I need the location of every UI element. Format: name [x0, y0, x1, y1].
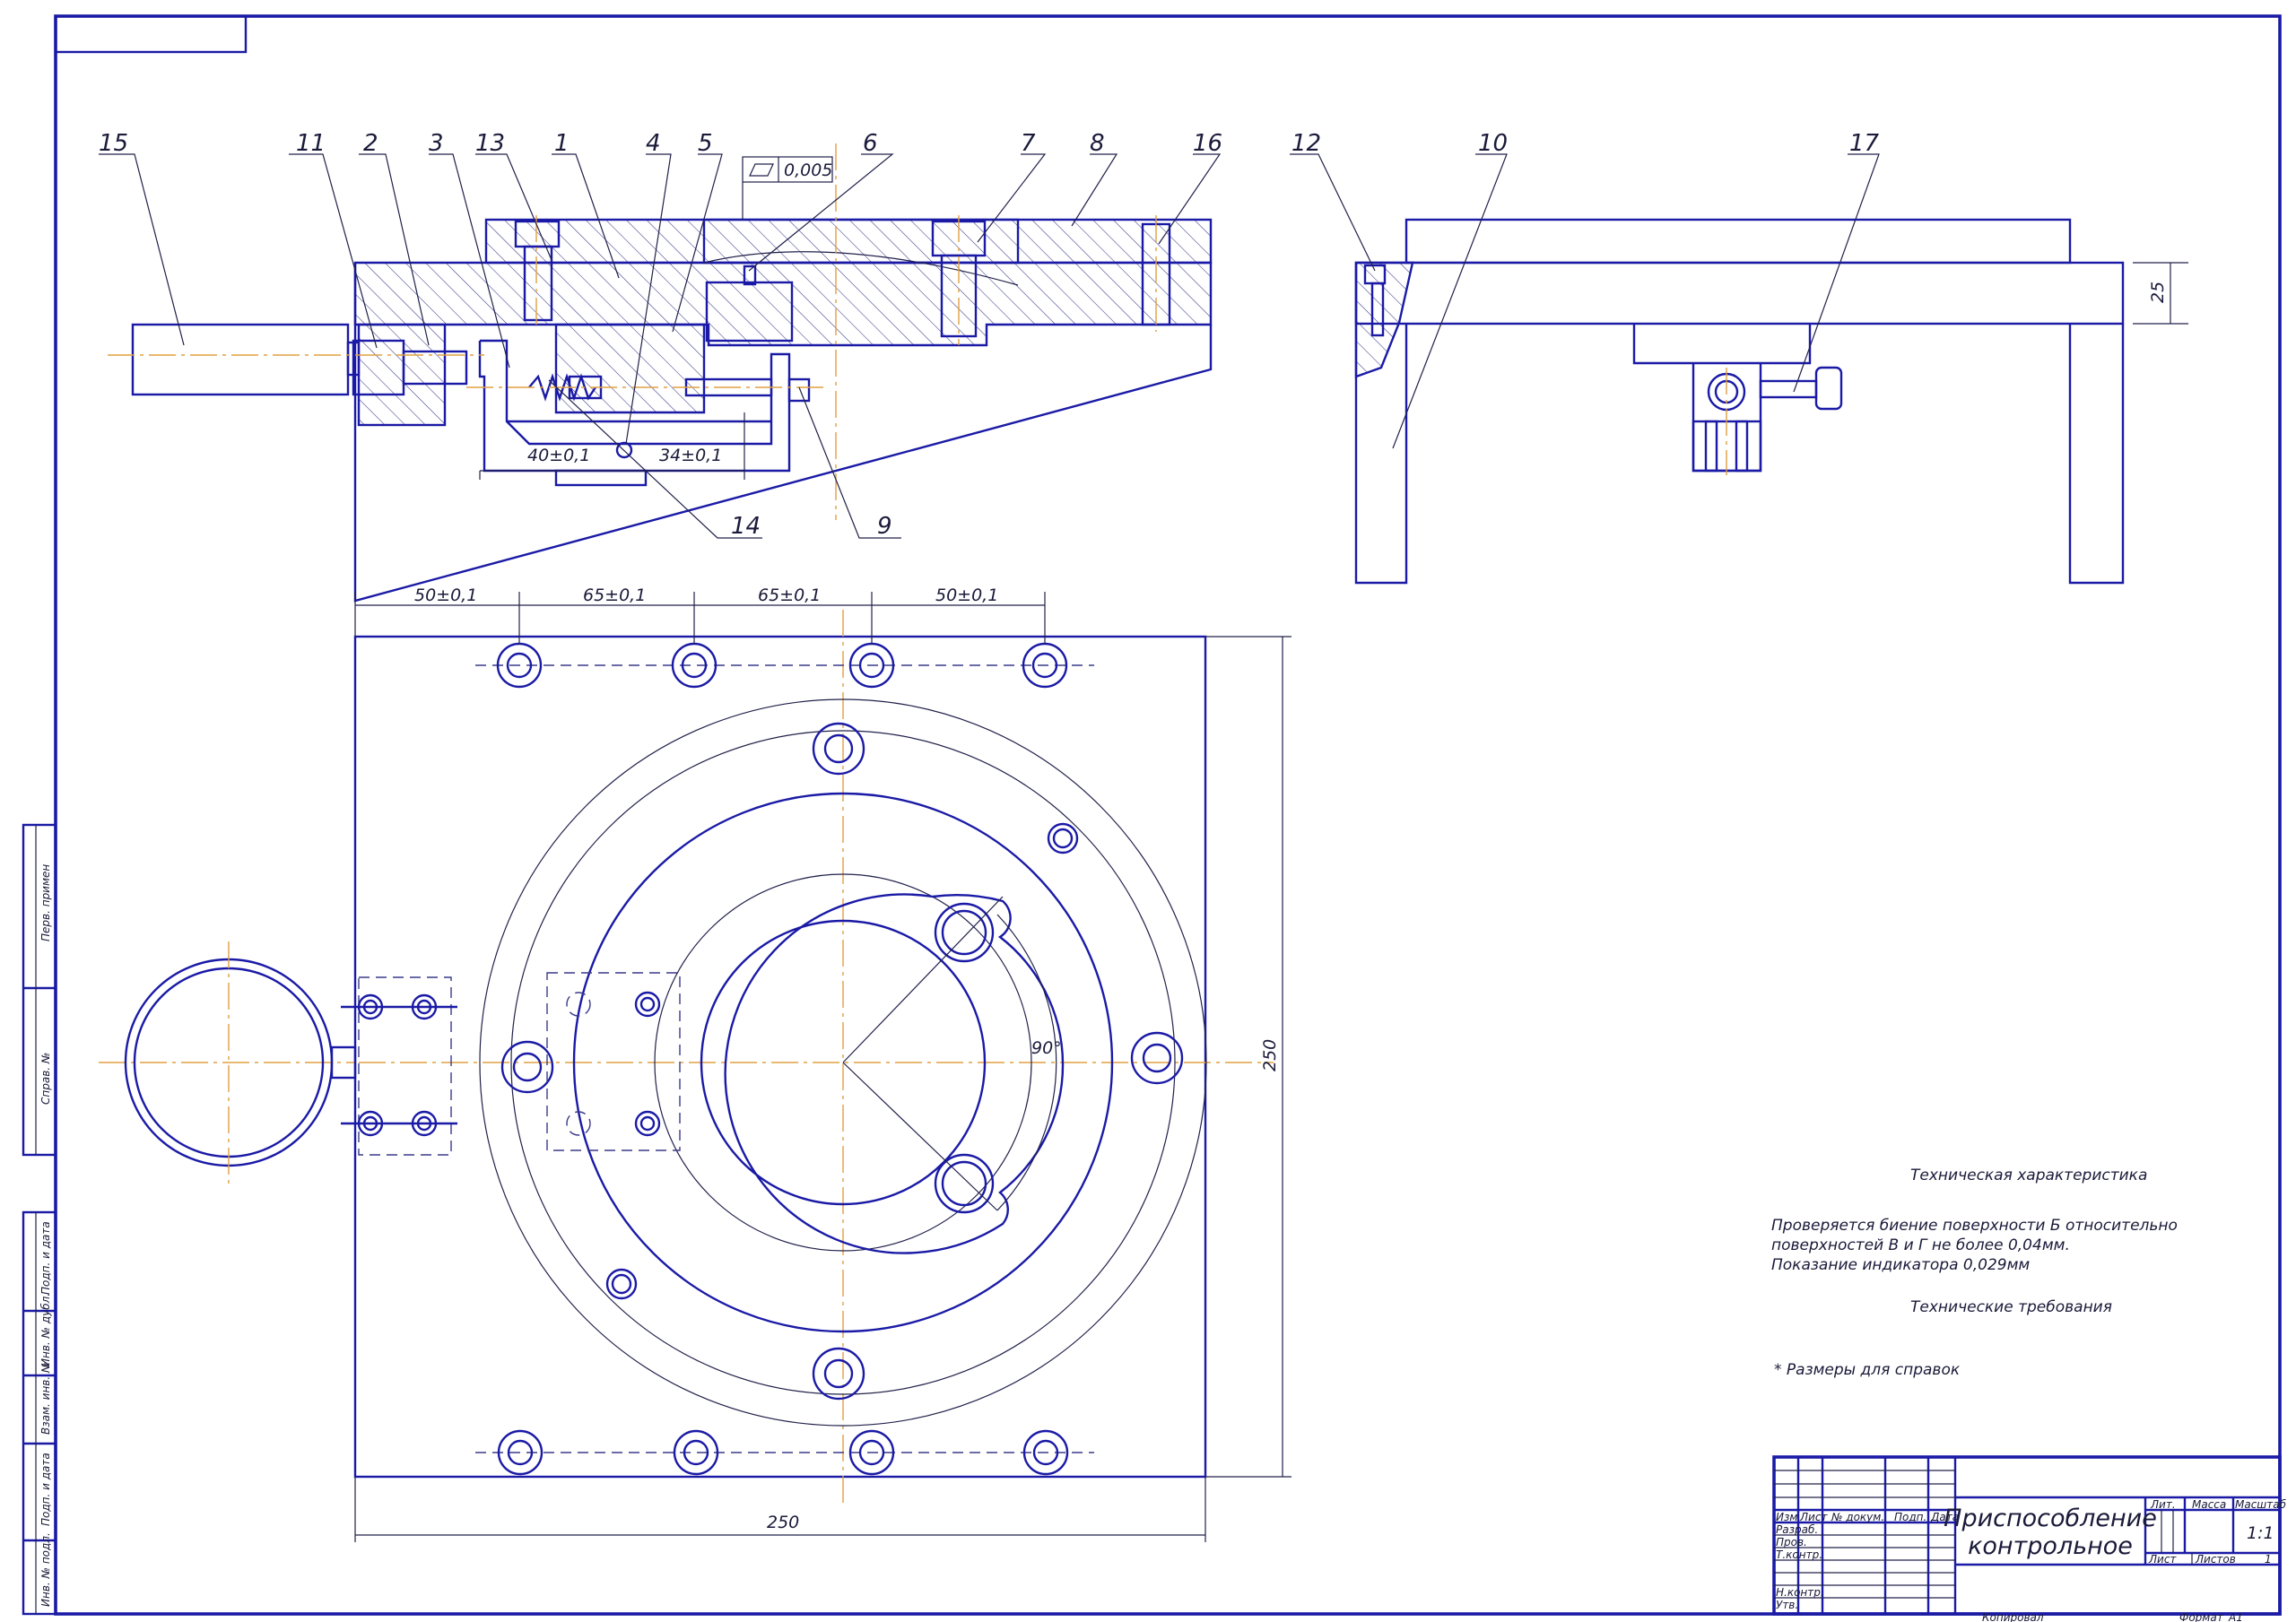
svg-text:Копировал: Копировал [1982, 1611, 2044, 1622]
callout-number: 2 [363, 130, 378, 157]
title-block: Изм Лист № докум. Подп. Дата Разраб. Про… [1772, 1455, 2287, 1622]
callout-number: 9 [877, 513, 892, 540]
notes: Техническая характеристика Проверяется б… [1771, 1167, 2178, 1379]
svg-text:Н.контр.: Н.контр. [1776, 1586, 1824, 1599]
note-line: поверхностей В и Г не более 0,04мм. [1771, 1236, 2070, 1254]
svg-text:Лист: Лист [2148, 1553, 2177, 1566]
dim-text: 25 [2148, 282, 2168, 303]
callout-number: 17 [1849, 130, 1880, 157]
svg-text:Т.контр.: Т.контр. [1776, 1548, 1822, 1561]
callout-number: 12 [1292, 130, 1321, 157]
strip-label: Подп. и дата [39, 1453, 52, 1526]
svg-text:Лит.: Лит. [2150, 1498, 2176, 1511]
callout-number: 8 [1090, 130, 1105, 157]
strip-label: Подп. и дата [39, 1221, 52, 1295]
dim-text: 50±0,1 [935, 585, 998, 605]
note-line: Проверяется биение поверхности Б относит… [1771, 1217, 2178, 1235]
tolerance-value: 0,005 [784, 160, 832, 180]
callout-number: 6 [863, 130, 878, 157]
callout-number: 14 [731, 513, 761, 540]
technical-drawing: Перв. примен Справ. № Подп. и дата Инв. … [22, 14, 2287, 1622]
plan-view: 90° 50±0,1 65±0,1 65±0,1 50±0,1 250 250 [99, 585, 1292, 1542]
callout-number: 15 [99, 130, 128, 157]
tech-char-title: Техническая характеристика [1910, 1167, 2147, 1184]
svg-text:Масштаб: Масштаб [2235, 1498, 2287, 1511]
strip-label: Перв. примен [39, 864, 52, 941]
ref-note: * Размеры для справок [1774, 1361, 1961, 1379]
dim-text: 65±0,1 [583, 585, 646, 605]
svg-text:Пров.: Пров. [1776, 1536, 1807, 1548]
svg-text:Подп.: Подп. [1894, 1511, 1926, 1523]
callout-number: 4 [646, 130, 661, 157]
svg-text:A1: A1 [2228, 1611, 2243, 1622]
left-strip-labels: Перв. примен Справ. № Подп. и дата Инв. … [39, 864, 52, 1607]
strip-label: Справ. № [39, 1053, 52, 1105]
svg-text:Формат: Формат [2179, 1611, 2224, 1622]
svg-text:Масса: Масса [2192, 1498, 2226, 1511]
svg-text:Листов: Листов [2195, 1553, 2236, 1566]
side-view: 25 [1354, 218, 2188, 585]
callout-number: 13 [475, 130, 505, 157]
callout-number: 5 [698, 130, 713, 157]
section-view: 40±0,1 34±0,1 0,005 [108, 143, 1213, 603]
strip-label: Взам. инв. № [39, 1362, 52, 1435]
dim-text: 65±0,1 [758, 585, 821, 605]
tech-req-title: Технические требования [1910, 1298, 2112, 1316]
scale-value: 1:1 [2247, 1523, 2274, 1543]
callout-number: 3 [429, 130, 444, 157]
svg-text:№ докум.: № докум. [1831, 1511, 1884, 1523]
angle-text: 90° [1031, 1038, 1062, 1058]
callout-number: 10 [1478, 130, 1508, 157]
dim-text: 40±0,1 [527, 446, 590, 465]
callout-number: 1 [554, 130, 570, 157]
callout-number: 16 [1193, 130, 1222, 157]
dim-text: 250 [1260, 1039, 1280, 1071]
svg-text:1: 1 [2265, 1553, 2272, 1566]
svg-text:Изм: Изм [1776, 1511, 1797, 1523]
dim-text: 250 [767, 1513, 799, 1532]
svg-text:Утв.: Утв. [1776, 1599, 1798, 1611]
drawing-title-line1: Приспособление [1944, 1505, 2157, 1532]
drawing-title-line2: контрольное [1968, 1532, 2133, 1560]
dim-text: 34±0,1 [659, 446, 722, 465]
svg-text:Разраб.: Разраб. [1776, 1523, 1818, 1536]
callout-number: 7 [1021, 130, 1036, 157]
svg-text:Лист: Лист [1799, 1511, 1828, 1523]
strip-label: Инв. № подл. [39, 1532, 52, 1607]
note-line: Показание индикатора 0,029мм [1771, 1256, 2030, 1274]
callout-number: 11 [296, 130, 326, 157]
strip-label: Инв. № дубл. [39, 1293, 52, 1366]
dim-text: 50±0,1 [414, 585, 477, 605]
